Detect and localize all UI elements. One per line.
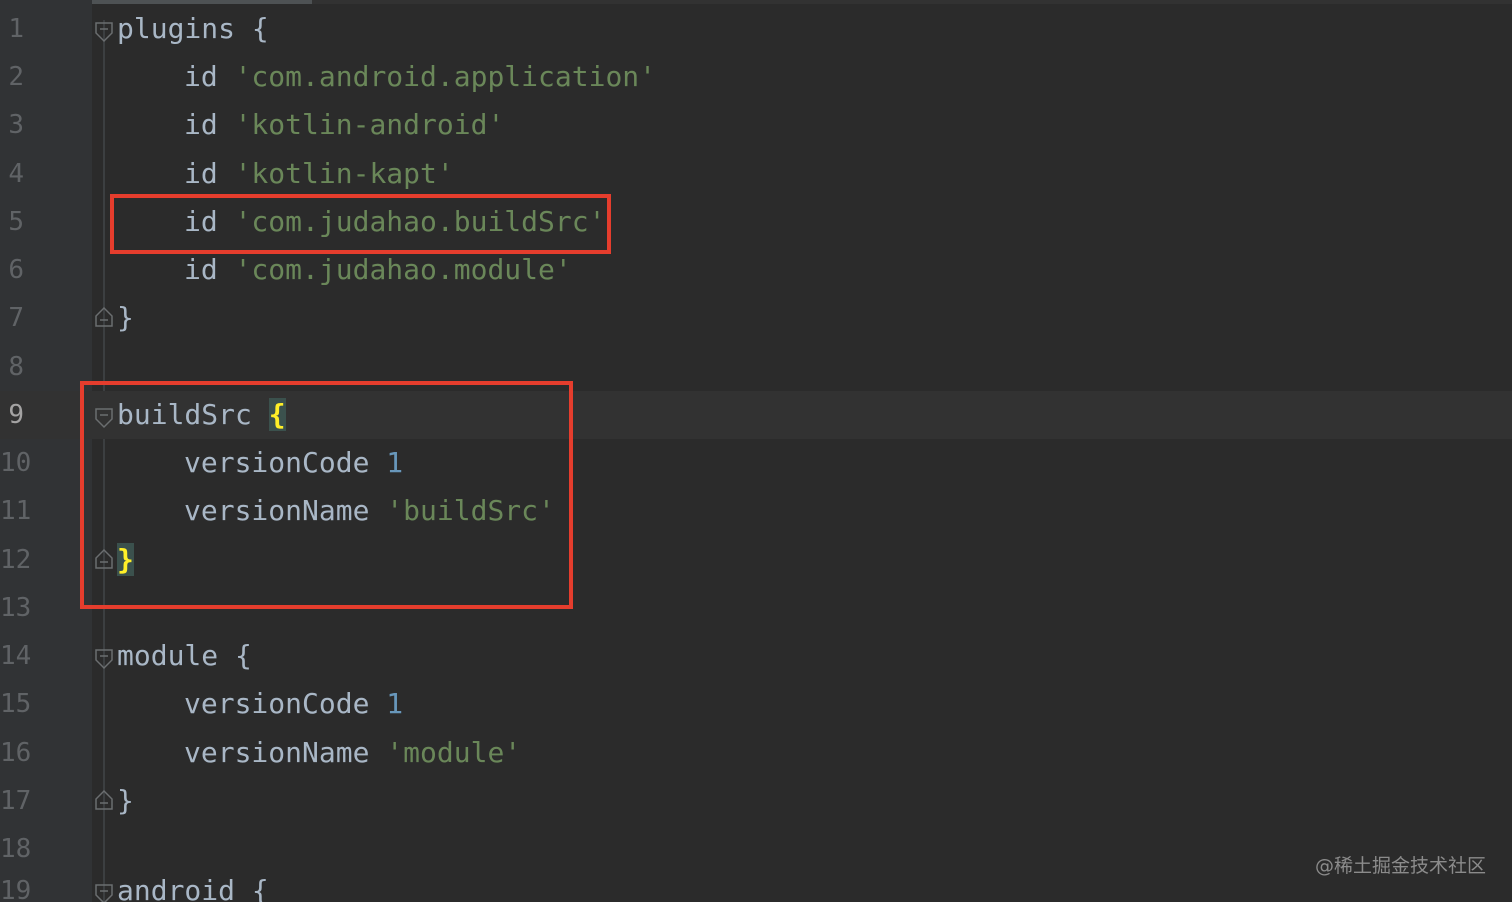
code-token: } xyxy=(117,301,134,334)
code-text: versionCode 1 xyxy=(184,680,403,728)
line-number: 2 xyxy=(8,62,24,92)
code-text: android { xyxy=(117,867,269,902)
code-line[interactable]: 4 id 'kotlin-kapt' xyxy=(0,150,1512,198)
code-token: 'kotlin-android' xyxy=(234,108,505,141)
code-token: 'com.android.application' xyxy=(234,60,657,93)
code-text: module { xyxy=(117,632,252,680)
code-line[interactable]: 17 } xyxy=(0,777,1512,825)
code-token: 'module' xyxy=(386,736,522,769)
code-token: versionCode xyxy=(184,687,370,720)
code-token: versionName xyxy=(184,736,370,769)
code-token: id xyxy=(184,253,218,286)
annotation-box-plugin-id xyxy=(110,194,611,254)
fold-close-icon[interactable] xyxy=(94,306,114,328)
code-token: id xyxy=(184,60,218,93)
code-line[interactable]: 18 xyxy=(0,825,1512,873)
line-number: 12 xyxy=(0,545,32,575)
fold-close-icon[interactable] xyxy=(94,789,114,811)
line-number: 14 xyxy=(0,641,32,671)
line-number: 7 xyxy=(8,303,24,333)
line-number: 18 xyxy=(0,834,32,864)
line-number: 1 xyxy=(8,14,24,44)
code-line[interactable]: 16 versionName 'module' xyxy=(0,729,1512,777)
line-number: 15 xyxy=(0,689,32,719)
line-number: 8 xyxy=(8,352,24,382)
code-line[interactable]: 15 versionCode 1 xyxy=(0,680,1512,728)
line-number: 17 xyxy=(0,786,32,816)
code-text: id 'kotlin-kapt' xyxy=(184,150,454,198)
line-number: 13 xyxy=(0,593,32,623)
code-token: 1 xyxy=(386,687,404,720)
code-token: module xyxy=(117,639,219,672)
line-number: 3 xyxy=(8,110,24,140)
code-text: plugins { xyxy=(117,5,269,53)
code-line[interactable]: 7 } xyxy=(0,294,1512,342)
horizontal-scrollbar[interactable] xyxy=(0,0,1512,4)
code-line[interactable]: 14 module { xyxy=(0,632,1512,680)
code-line[interactable]: 3 id 'kotlin-android' xyxy=(0,101,1512,149)
code-token: { xyxy=(235,639,252,672)
code-text: } xyxy=(117,777,134,825)
code-token: 'com.judahao.module' xyxy=(234,253,572,286)
annotation-box-buildsrc-block xyxy=(80,381,573,609)
code-token: android xyxy=(117,874,236,902)
line-number: 6 xyxy=(8,255,24,285)
code-token: id xyxy=(184,157,218,190)
line-number: 16 xyxy=(0,738,32,768)
code-token: { xyxy=(251,874,269,902)
code-token: 'kotlin-kapt' xyxy=(234,157,454,190)
code-token: } xyxy=(117,784,134,817)
code-token: plugins xyxy=(117,12,236,45)
code-line[interactable]: 1 plugins { xyxy=(0,5,1512,53)
line-number: 11 xyxy=(0,496,32,526)
fold-open-icon[interactable] xyxy=(94,21,114,43)
code-text: id 'com.android.application' xyxy=(184,53,656,101)
code-line[interactable]: 2 id 'com.android.application' xyxy=(0,53,1512,101)
fold-open-icon[interactable] xyxy=(94,883,114,902)
code-editor[interactable]: 1 plugins { 2 id 'com.android.applicatio… xyxy=(0,0,1512,902)
line-number: 10 xyxy=(0,448,32,478)
code-token: id xyxy=(184,108,218,141)
code-text: } xyxy=(117,294,134,342)
line-number: 4 xyxy=(8,159,24,189)
code-text: versionName 'module' xyxy=(184,729,521,777)
code-line[interactable]: 19 android { xyxy=(0,867,1512,902)
watermark: @稀土掘金技术社区 xyxy=(1314,855,1486,877)
line-number: 19 xyxy=(0,876,32,902)
line-number: 9 xyxy=(8,400,24,430)
code-token: { xyxy=(251,12,269,45)
code-text: id 'kotlin-android' xyxy=(184,101,504,149)
line-number: 5 xyxy=(8,207,24,237)
fold-open-icon[interactable] xyxy=(94,648,114,670)
